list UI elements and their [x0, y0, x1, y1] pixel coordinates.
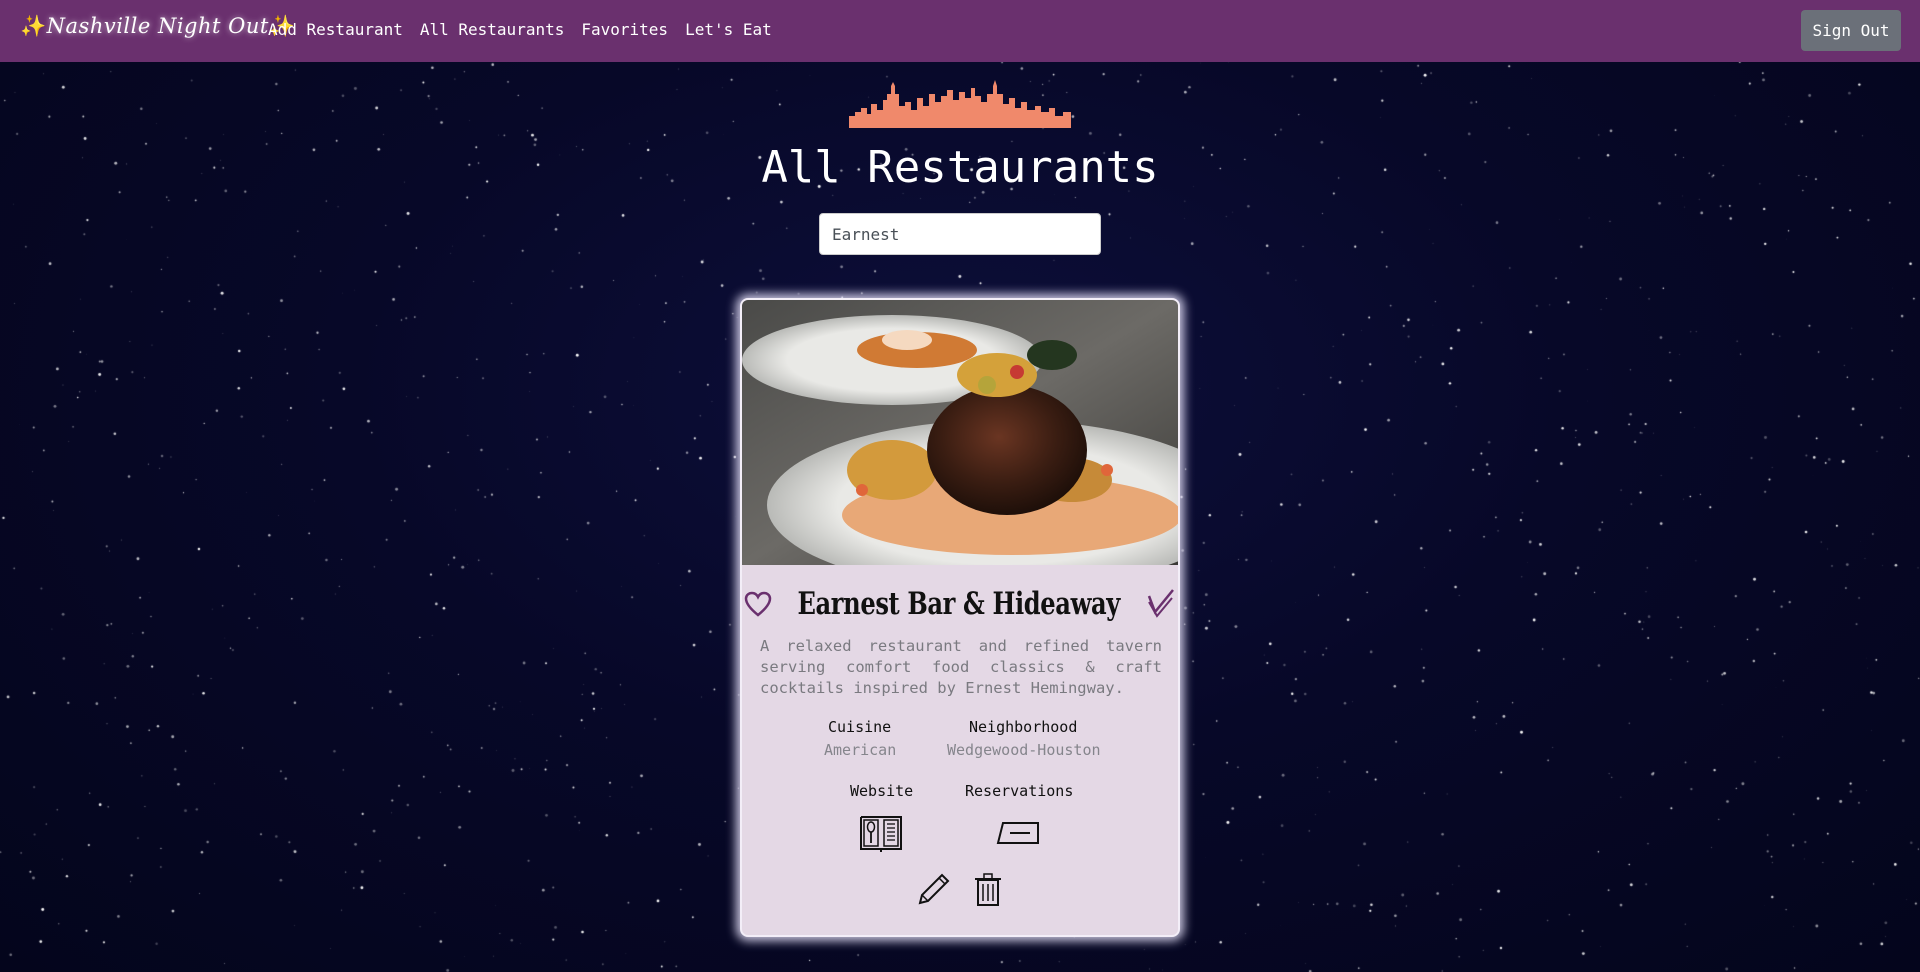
cuisine-value: American [824, 741, 897, 759]
heart-icon[interactable] [744, 591, 772, 617]
check-icon[interactable] [1146, 588, 1176, 620]
reservations-label: Reservations [965, 782, 1074, 800]
cuisine-label: Cuisine [828, 718, 892, 736]
sparkle-icon: ✨ [20, 14, 47, 38]
brand-logo[interactable]: ✨Nashville Night Out✨ [20, 14, 295, 39]
menu-icon[interactable] [858, 814, 904, 852]
nav-add-restaurant[interactable]: Add Restaurant [268, 20, 403, 39]
restaurant-description: A relaxed restaurant and refined tavern … [760, 637, 1162, 697]
nav-links: Add Restaurant All Restaurants Favorites… [268, 20, 772, 39]
brand-text: Nashville Night Out [46, 14, 269, 38]
neighborhood-label: Neighborhood [969, 718, 1078, 736]
trash-icon[interactable] [974, 873, 1002, 907]
restaurant-photo [742, 300, 1178, 565]
neighborhood-value: Wedgewood-Houston [947, 741, 1101, 759]
search-input[interactable] [819, 213, 1101, 255]
nav-all-restaurants[interactable]: All Restaurants [420, 20, 565, 39]
website-label: Website [850, 782, 914, 800]
sign-out-button[interactable]: Sign Out [1801, 10, 1901, 51]
card-title-row: Earnest Bar & Hideaway [742, 586, 1178, 622]
reservation-ticket-icon[interactable] [995, 820, 1041, 846]
pencil-icon[interactable] [916, 873, 950, 907]
restaurant-card: Earnest Bar & Hideaway A relaxed restaur… [740, 298, 1180, 937]
nashville-skyline-icon [849, 80, 1071, 128]
nav-lets-eat[interactable]: Let's Eat [685, 20, 772, 39]
restaurant-name: Earnest Bar & Hideaway [797, 586, 1121, 622]
nav-favorites[interactable]: Favorites [581, 20, 668, 39]
page-title: All Restaurants [761, 142, 1159, 193]
navbar: ✨Nashville Night Out✨ Add Restaurant All… [0, 0, 1920, 62]
